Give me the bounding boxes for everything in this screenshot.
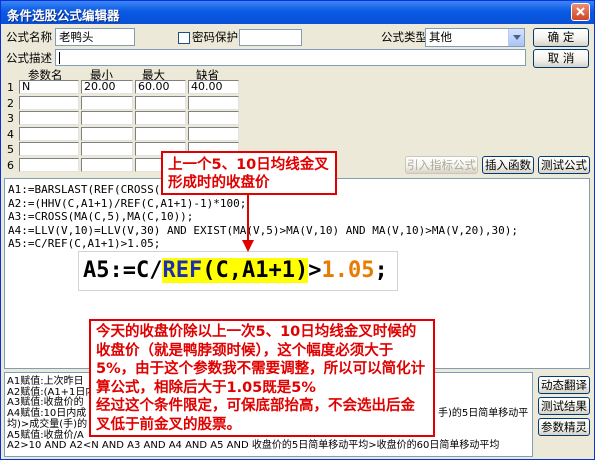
- annotation-line: 5%，由于这个参数我不需要调整，所以可以简化计: [96, 361, 426, 377]
- zoom-value: 1.05: [321, 258, 375, 283]
- param-row-index: 6: [7, 159, 14, 172]
- param-max-cell[interactable]: [135, 126, 186, 141]
- test-formula-button[interactable]: 测试公式: [538, 156, 590, 174]
- explanation-line: A5赋值:收盘价/A: [7, 429, 84, 441]
- param-row-index: 1: [7, 81, 14, 94]
- formula-line: A5:=C/REF(C,A1+1)>1.05;: [8, 237, 161, 251]
- param-max-cell[interactable]: [135, 111, 186, 126]
- import-indicator-button[interactable]: 引入指标公式: [405, 156, 478, 174]
- param-max-cell[interactable]: 60.00: [135, 80, 186, 94]
- test-result-button[interactable]: 测试结果: [538, 397, 590, 415]
- param-name-cell[interactable]: [19, 111, 79, 126]
- formula-name-label: 公式名称: [6, 30, 52, 44]
- param-max-cell[interactable]: [135, 95, 186, 110]
- param-name-cell[interactable]: [19, 126, 79, 141]
- param-min-cell[interactable]: [81, 111, 133, 126]
- cancel-button[interactable]: 取 消: [533, 49, 589, 68]
- annotation-line: 今天的收盘价除以上一次5、10日均线金叉时候的: [96, 324, 417, 340]
- explanation-line: A2>10 AND A2<N AND A3 AND A4 AND A5 AND …: [7, 440, 500, 452]
- annotation-line: 形成时的收盘价: [168, 175, 270, 191]
- password-input[interactable]: [239, 29, 302, 46]
- param-name-cell[interactable]: [19, 142, 79, 157]
- formula-type-label: 公式类型: [381, 30, 427, 44]
- formula-type-select[interactable]: 其他: [425, 28, 525, 47]
- zoom-op: >: [308, 258, 322, 283]
- param-row-index: 4: [7, 127, 14, 141]
- formula-editor-window: 条件选股公式编辑器 公式名称 老鸭头 密码保护 公式类型 其他 确 定 公式描述…: [0, 0, 595, 460]
- explanation-line: 均)>成交量(手)的: [7, 418, 88, 430]
- zoom-prefix: A5:=C/: [83, 258, 163, 283]
- param-default-cell[interactable]: [188, 95, 239, 110]
- formula-desc-input[interactable]: [55, 49, 526, 66]
- zoomed-formula-text: A5:=C/REF(C,A1+1)>1.05;: [83, 258, 388, 284]
- formula-type-dropdown-button[interactable]: [508, 29, 524, 46]
- password-checkbox[interactable]: [178, 32, 190, 44]
- password-label: 密码保护: [192, 30, 238, 44]
- param-min-cell[interactable]: [81, 142, 133, 157]
- insert-function-button[interactable]: 插入函数: [482, 156, 534, 174]
- param-name-cell[interactable]: [19, 158, 79, 172]
- annotation-callout-main: 今天的收盘价除以上一次5、10日均线金叉时候的 收盘价（就是鸭脖颈时候），这个幅…: [89, 319, 435, 437]
- annotation-callout-top: 上一个5、10日均线金叉 形成时的收盘价: [161, 151, 337, 195]
- close-button[interactable]: [571, 3, 590, 21]
- close-icon: [576, 7, 585, 16]
- param-name-cell[interactable]: N: [19, 80, 79, 94]
- param-row-index: 2: [7, 96, 14, 110]
- param-row-index: 5: [7, 143, 14, 157]
- zoomed-formula: A5:=C/REF(C,A1+1)>1.05;: [78, 251, 398, 291]
- explanation-line-tail: 手)的5日简单移动平: [438, 408, 529, 420]
- annotation-line: 叉低于前金叉的股票。: [96, 416, 241, 433]
- formula-line: A1:=BARSLAST(REF(CROSS(: [8, 183, 161, 196]
- annotation-arrow: [242, 194, 254, 252]
- param-row-index: 3: [7, 112, 14, 126]
- param-name-cell[interactable]: [19, 95, 79, 110]
- ok-button[interactable]: 确 定: [533, 28, 589, 47]
- chevron-down-icon: [513, 35, 521, 40]
- explanation-line: A1赋值:上次昨日: [7, 376, 84, 387]
- param-min-cell[interactable]: [81, 158, 133, 172]
- zoom-suffix: ;: [374, 258, 388, 283]
- param-default-cell[interactable]: 40.00: [188, 80, 239, 94]
- formula-name-input[interactable]: 老鸭头: [55, 28, 135, 46]
- param-default-cell[interactable]: [188, 111, 239, 126]
- annotation-line: 经过这个条件限定，可保底部抬高，不会选出后金: [96, 398, 415, 414]
- param-min-cell[interactable]: [81, 95, 133, 110]
- dynamic-translate-button[interactable]: 动态翻译: [538, 376, 590, 394]
- text-caret: [59, 52, 60, 64]
- zoom-func: REF: [162, 258, 203, 283]
- param-default-cell[interactable]: [188, 126, 239, 141]
- formula-line: A3:=CROSS(MA(C,5),MA(C,10));: [8, 210, 194, 224]
- formula-line: A2:=(HHV(C,A1+1)/REF(C,A1+1)-1)*100;: [8, 196, 247, 210]
- param-wizard-button[interactable]: 参数精灵: [538, 418, 590, 436]
- formula-type-value: 其他: [429, 30, 452, 44]
- param-min-cell[interactable]: 20.00: [81, 80, 133, 94]
- formula-line: A4:=LLV(V,10)=LLV(V,30) AND EXIST(MA(V,5…: [8, 223, 518, 237]
- explanation-line: A3赋值:收盘价的: [7, 397, 84, 409]
- explanation-line: A4赋值:10日内成: [7, 408, 87, 420]
- zoom-highlight: REF(C,A1+1): [162, 258, 309, 283]
- formula-desc-label: 公式描述: [6, 51, 52, 65]
- annotation-line: 上一个5、10日均线金叉: [168, 157, 329, 173]
- window-title: 条件选股公式编辑器: [7, 8, 120, 23]
- annotation-line: 收盘价（就是鸭脖颈时候），这个幅度必须大于: [96, 342, 394, 359]
- annotation-line: 算公式，相除后大于1.05既是5%: [96, 379, 316, 396]
- param-min-cell[interactable]: [81, 126, 133, 141]
- zoom-args: (C,A1+1): [202, 258, 309, 283]
